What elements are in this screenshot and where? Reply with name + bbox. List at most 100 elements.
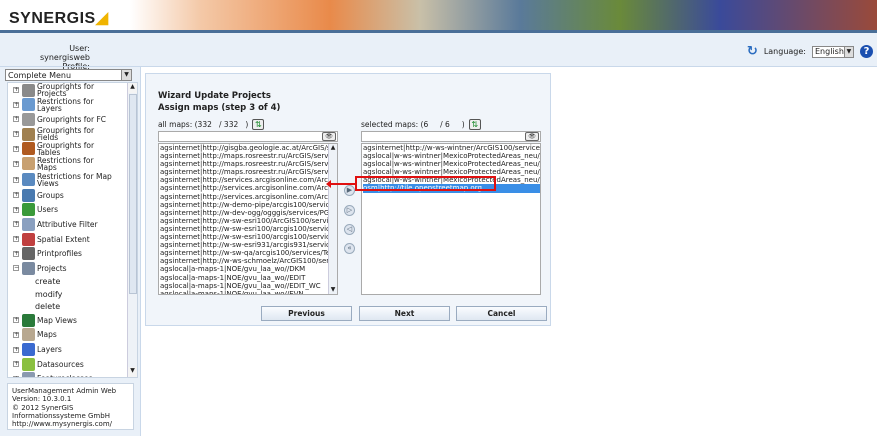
sidebar-item[interactable]: + Layers — [8, 342, 137, 357]
sort-icon[interactable]: ⇅ — [252, 119, 265, 130]
sidebar-subitem-delete[interactable]: delete — [8, 301, 137, 314]
filter-icon[interactable]: 👁 — [322, 132, 336, 141]
list-item[interactable]: agsinternet|http://w-sw-esri931/arcgis93… — [160, 241, 337, 249]
help-icon[interactable]: ? — [860, 45, 873, 58]
cancel-button[interactable]: Cancel — [456, 306, 547, 321]
sidebar-item-label: Layers — [37, 345, 62, 355]
list-item[interactable]: agsinternet|http://w-sw-esri100/arcgis10… — [160, 225, 337, 233]
sidebar-item[interactable]: + Attributive Filter — [8, 217, 137, 232]
sidebar-item[interactable]: + Datasources — [8, 357, 137, 372]
selected-maps-list[interactable]: agsinternet|http://w-ws-wintner/ArcGIS10… — [361, 143, 541, 295]
sidebar-item[interactable]: − Projects — [8, 261, 137, 276]
filter-icon[interactable]: 👁 — [525, 132, 539, 141]
list-item[interactable]: agslocal|a-maps-1|NOE/gvu_laa_wo//EDIT_W… — [160, 282, 337, 290]
list-item[interactable]: agsinternet|http://services.arcgisonline… — [160, 176, 337, 184]
wizard-title: Wizard Update Projects — [158, 91, 271, 101]
sidebar-item[interactable]: + Restrictions for Map Views — [8, 172, 137, 188]
sidebar-item[interactable]: + Grouprights for Projects — [8, 83, 137, 98]
sidebar-item[interactable]: + Restrictions for Maps — [8, 156, 137, 172]
list-item[interactable]: agsinternet|http://services.arcgisonline… — [160, 193, 337, 201]
menu-item-icon — [22, 203, 35, 217]
sidebar-item-label: Grouprights for Fields — [37, 126, 95, 143]
app-version: Version: 10.3.0.1 — [12, 395, 72, 404]
list-item[interactable]: agsinternet|http://maps.rosreestr.ru/Arc… — [160, 160, 337, 168]
sort-icon[interactable]: ⇅ — [468, 119, 481, 130]
expand-icon[interactable]: + — [13, 116, 19, 123]
menu-item-icon — [22, 328, 35, 342]
list-item[interactable]: agsinternet|http://w-sw-qa/arcgis100/ser… — [160, 249, 337, 257]
expand-icon[interactable]: + — [13, 317, 19, 324]
copyright: © 2012 SynerGIS — [12, 403, 74, 412]
expand-icon[interactable]: + — [13, 192, 19, 199]
list-item[interactable]: agslocal|a-maps-1|NOE/gvu_laa_wo//EVN — [160, 290, 337, 294]
list-item[interactable]: agsinternet|http://w-sw-esri100/arcgis10… — [160, 233, 337, 241]
menu-item-icon — [22, 98, 35, 112]
chevron-down-icon: ▼ — [843, 46, 853, 57]
list-item[interactable]: agsinternet|http://w-ws-wintner/ArcGIS10… — [363, 144, 540, 152]
list-item[interactable]: agsinternet|http://services.arcgisonline… — [160, 184, 337, 192]
all-maps-filter-input[interactable]: 👁 — [158, 131, 338, 142]
sidebar-item[interactable]: + Maps — [8, 328, 137, 343]
menu-item-icon — [22, 247, 35, 261]
all-maps-list[interactable]: ▲ ▼ agsinternet|http://gisgba.geologie.ac… — [158, 143, 338, 295]
expand-icon[interactable]: + — [13, 346, 19, 353]
sidebar-item[interactable]: + Restrictions for Layers — [8, 98, 137, 113]
sidebar-item[interactable]: + Map Views — [8, 313, 137, 328]
wizard-step-title: Assign maps (step 3 of 4) — [158, 103, 281, 113]
expand-icon[interactable]: + — [13, 331, 19, 338]
expand-icon[interactable]: + — [13, 375, 19, 377]
expand-icon[interactable]: + — [13, 131, 19, 138]
sidebar-subitem-modify[interactable]: modify — [8, 288, 137, 301]
list-item[interactable]: agsinternet|http://w-ws-schmoelz/ArcGIS1… — [160, 257, 337, 265]
list-item[interactable]: agslocal|w-ws-wintner|MexicoProtectedAre… — [363, 152, 540, 160]
language-select[interactable]: English ▼ — [812, 45, 854, 58]
sidebar-item[interactable]: + Users — [8, 203, 137, 218]
list-item[interactable]: agsinternet|http://gisgba.geologie.ac.at… — [160, 144, 337, 152]
sidebar-item[interactable]: + Grouprights for Tables — [8, 141, 137, 156]
refresh-icon[interactable]: ↻ — [747, 44, 758, 59]
sidebar-item[interactable]: + Printprofiles — [8, 246, 137, 261]
next-button[interactable]: Next — [359, 306, 450, 321]
expand-icon[interactable]: + — [13, 206, 19, 213]
sidebar-item-label: Maps — [37, 330, 57, 340]
previous-button[interactable]: Previous — [261, 306, 352, 321]
expand-icon[interactable]: + — [13, 87, 19, 94]
list-item[interactable]: agsinternet|http://maps.rosreestr.ru/Arc… — [160, 152, 337, 160]
tree-scrollbar[interactable]: ▲ ▼ — [127, 83, 137, 377]
annotation-highlight — [355, 176, 496, 191]
sidebar-subitem-create[interactable]: create — [8, 276, 137, 289]
expand-icon[interactable]: + — [13, 176, 19, 183]
list-item[interactable]: agsinternet|http://maps.rosreestr.ru/Arc… — [160, 168, 337, 176]
expand-icon[interactable]: + — [13, 101, 19, 108]
expand-icon[interactable]: + — [13, 361, 19, 368]
list-item[interactable]: agsinternet|http://w-dev-ogg/ogggis/serv… — [160, 209, 337, 217]
expand-icon[interactable]: + — [13, 236, 19, 243]
sidebar-item[interactable]: + Grouprights for Fields — [8, 127, 137, 142]
remove-all-button[interactable]: « — [344, 243, 355, 254]
sidebar-item[interactable]: + Grouprights for FC — [8, 112, 137, 127]
list-item[interactable]: agslocal|a-maps-1|NOE/gvu_laa_wo//EDIT — [160, 274, 337, 282]
list-item[interactable]: agsinternet|http://w-sw-esri100/ArcGIS10… — [160, 217, 337, 225]
sidebar-item[interactable]: + Spatial Extent — [8, 232, 137, 247]
add-selected-button[interactable]: ▶ — [344, 185, 355, 196]
sidebar-item[interactable]: + Featureclasses — [8, 371, 137, 377]
expand-icon[interactable]: + — [13, 160, 19, 167]
expand-icon[interactable]: + — [13, 145, 19, 152]
expand-icon[interactable]: + — [13, 250, 19, 257]
list-item[interactable]: agslocal|w-ws-wintner|MexicoProtectedAre… — [363, 160, 540, 168]
sidebar-item-label: Map Views — [37, 315, 77, 325]
selected-maps-filter-input[interactable]: 👁 — [361, 131, 541, 142]
list-scrollbar[interactable]: ▲ ▼ — [328, 144, 337, 294]
menu-select[interactable]: Complete Menu ▼ — [5, 69, 132, 81]
list-item[interactable]: agsinternet|http://w-demo-pipe/arcgis100… — [160, 201, 337, 209]
list-item[interactable]: agslocal|a-maps-1|NOE/gvu_laa_wo//DKM — [160, 265, 337, 273]
menu-item-icon — [22, 232, 35, 246]
chevron-down-icon: ▼ — [121, 70, 131, 80]
remove-selected-button[interactable]: ◁ — [344, 224, 355, 235]
add-all-button[interactable]: ▷ — [344, 205, 355, 216]
collapse-icon[interactable]: − — [13, 265, 19, 272]
expand-icon[interactable]: + — [13, 221, 19, 228]
company-link[interactable]: http://www.mysynergis.com/ — [12, 420, 112, 428]
all-maps-count: all maps: (332 / 332 ) — [158, 120, 249, 129]
sidebar-item[interactable]: + Groups — [8, 188, 137, 203]
